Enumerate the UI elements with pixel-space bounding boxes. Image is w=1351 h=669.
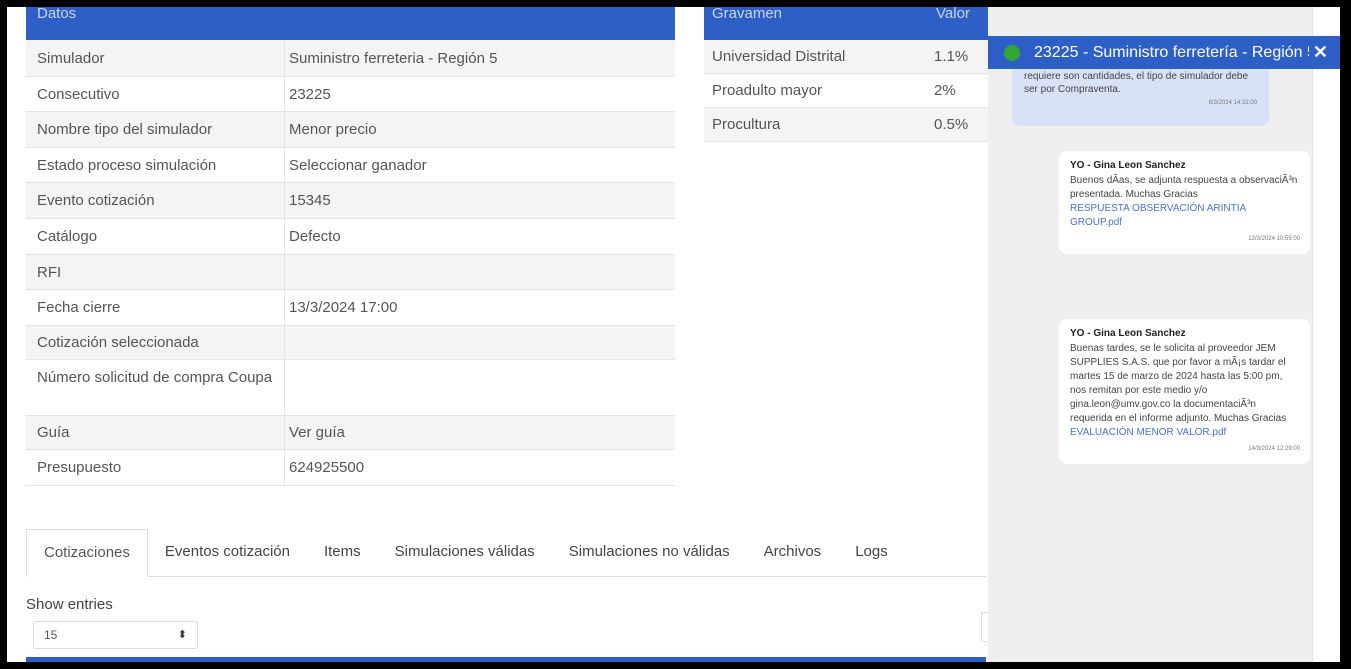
datos-row-value: 23225: [289, 86, 331, 103]
incoming-message: requiere son cantidades, el tipo de simu…: [1012, 62, 1269, 126]
gravamen-value: 2%: [934, 82, 956, 99]
status-dot-icon: [1004, 45, 1020, 61]
datos-row-label: Evento cotización: [26, 183, 285, 218]
tab-simulaciones-no-validas[interactable]: Simulaciones no válidas: [552, 529, 747, 576]
tab-eventos-cotizacion[interactable]: Eventos cotización: [148, 529, 307, 576]
entries-select[interactable]: 15 ⬍: [33, 621, 198, 649]
datos-row: Número solicitud de compra Coupa: [26, 360, 675, 416]
datos-row-value: 13/3/2024 17:00: [289, 299, 398, 316]
show-entries-label: Show entries: [26, 596, 113, 613]
datos-row-value: Defecto: [289, 228, 341, 245]
datos-row: Nombre tipo del simulador Menor precio: [26, 112, 675, 148]
tab-cotizaciones[interactable]: Cotizaciones: [26, 529, 148, 577]
incoming-message-text: requiere son cantidades, el tipo de simu…: [1024, 71, 1249, 95]
datos-row: Guía Ver guía: [26, 416, 675, 450]
gravamen-row: Procultura 0.5%: [704, 108, 994, 142]
datos-row: Consecutivo 23225: [26, 77, 675, 112]
gravamen-row: Universidad Distrital 1.1%: [704, 40, 994, 74]
table-header-bar: [26, 657, 986, 662]
datos-row-label: Nombre tipo del simulador: [26, 112, 285, 147]
datos-row-label: Consecutivo: [26, 77, 285, 111]
tab-simulaciones-validas[interactable]: Simulaciones válidas: [378, 529, 552, 576]
gravamen-name: Procultura: [712, 116, 781, 133]
gravamen-header-value: Valor: [936, 7, 970, 22]
outgoing-message: YO - Gina Leon Sanchez Buenos dÃas, se ad…: [1059, 151, 1310, 254]
tab-archivos[interactable]: Archivos: [747, 529, 839, 576]
page-frame: Datos Simulador Suministro ferreteria - R…: [7, 7, 1340, 662]
gravamen-header-name: Gravamen: [712, 7, 783, 22]
datos-row-value: Suministro ferreteria - Región 5: [289, 50, 498, 67]
datos-row-value: Menor precio: [289, 121, 377, 138]
chat-title: 23225 - Suministro ferretería - Región 5: [1034, 44, 1316, 61]
gravamen-header: Gravamen Valor: [704, 7, 994, 40]
datos-row-label: Cotización seleccionada: [26, 326, 285, 359]
attachment-link[interactable]: EVALUACIÓN MENOR VALOR.pdf: [1070, 426, 1300, 440]
datos-row-label: Número solicitud de compra Coupa: [26, 360, 285, 415]
datos-row-value: Seleccionar ganador: [289, 157, 427, 174]
attachment-link[interactable]: RESPUESTA OBSERVACIÓN ARINTIA GROUP.pdf: [1070, 202, 1300, 230]
datos-row-value: [285, 360, 675, 415]
datos-row: Evento cotización 15345: [26, 183, 675, 219]
datos-table: Datos Simulador Suministro ferreteria - R…: [26, 7, 675, 486]
tab-logs[interactable]: Logs: [838, 529, 905, 576]
chat-scrollbar[interactable]: [1312, 7, 1340, 662]
gravamen-row: Proadulto mayor 2%: [704, 74, 994, 108]
message-text: Buenos dÃas, se adjunta respuesta a obse…: [1070, 175, 1298, 200]
datos-row-value: 15345: [289, 192, 331, 209]
chat-panel: requiere son cantidades, el tipo de simu…: [988, 7, 1340, 662]
outgoing-message: YO - Gina Leon Sanchez Buenas tardes, se …: [1059, 319, 1310, 464]
datos-row: Simulador Suministro ferreteria - Región …: [26, 40, 675, 77]
entries-select-value: 15: [44, 628, 58, 642]
datos-row-label: Catálogo: [26, 219, 285, 254]
datos-row: RFI: [26, 255, 675, 290]
message-time: 12/3/2024 10:55:00: [1248, 236, 1300, 242]
message-author: YO - Gina Leon Sanchez: [1070, 328, 1186, 339]
datos-rows: Simulador Suministro ferreteria - Región …: [26, 40, 675, 486]
datos-header: Datos: [26, 7, 675, 40]
chat-header: 23225 - Suministro ferretería - Región 5…: [988, 36, 1340, 69]
datos-row: Fecha cierre 13/3/2024 17:00: [26, 290, 675, 326]
datos-row-label: RFI: [26, 255, 285, 289]
datos-row: Estado proceso simulación Seleccionar gan…: [26, 148, 675, 183]
select-arrows-icon: ⬍: [177, 629, 187, 641]
datos-row-value: [285, 326, 675, 359]
close-icon[interactable]: ✕: [1308, 36, 1328, 69]
datos-row-label: Estado proceso simulación: [26, 148, 285, 182]
datos-row: Catálogo Defecto: [26, 219, 675, 255]
gravamen-value: 1.1%: [934, 48, 969, 65]
datos-row: Cotización seleccionada: [26, 326, 675, 360]
datos-row-label: Simulador: [26, 40, 285, 76]
tab-bar: Cotizaciones Eventos cotización Items Simul…: [26, 529, 986, 577]
gravamen-name: Proadulto mayor: [712, 82, 823, 99]
ver-guia-link[interactable]: Ver guía: [285, 416, 675, 449]
datos-row: Presupuesto 624925500: [26, 450, 675, 486]
gravamen-name: Universidad Distrital: [712, 48, 846, 65]
message-time: 14/3/2024 12:29:00: [1248, 446, 1300, 452]
gravamen-value: 0.5%: [934, 116, 969, 133]
tab-items[interactable]: Items: [307, 529, 378, 576]
message-text: Buenas tardes, se le solicita al proveed…: [1070, 343, 1287, 424]
datos-row-value: 624925500: [289, 459, 365, 476]
datos-row-label: Fecha cierre: [26, 290, 285, 325]
datos-row-label: Guía: [26, 416, 285, 449]
datos-row-value: [285, 255, 675, 289]
incoming-message-time: 8/3/2024 14:32:00: [1208, 100, 1257, 106]
message-author: YO - Gina Leon Sanchez: [1070, 160, 1186, 171]
gravamen-rows: Universidad Distrital 1.1% Proadulto mayor…: [704, 40, 994, 142]
datos-row-label: Presupuesto: [26, 450, 285, 485]
gravamen-table: Gravamen Valor Universidad Distrital 1.1%…: [704, 7, 994, 142]
